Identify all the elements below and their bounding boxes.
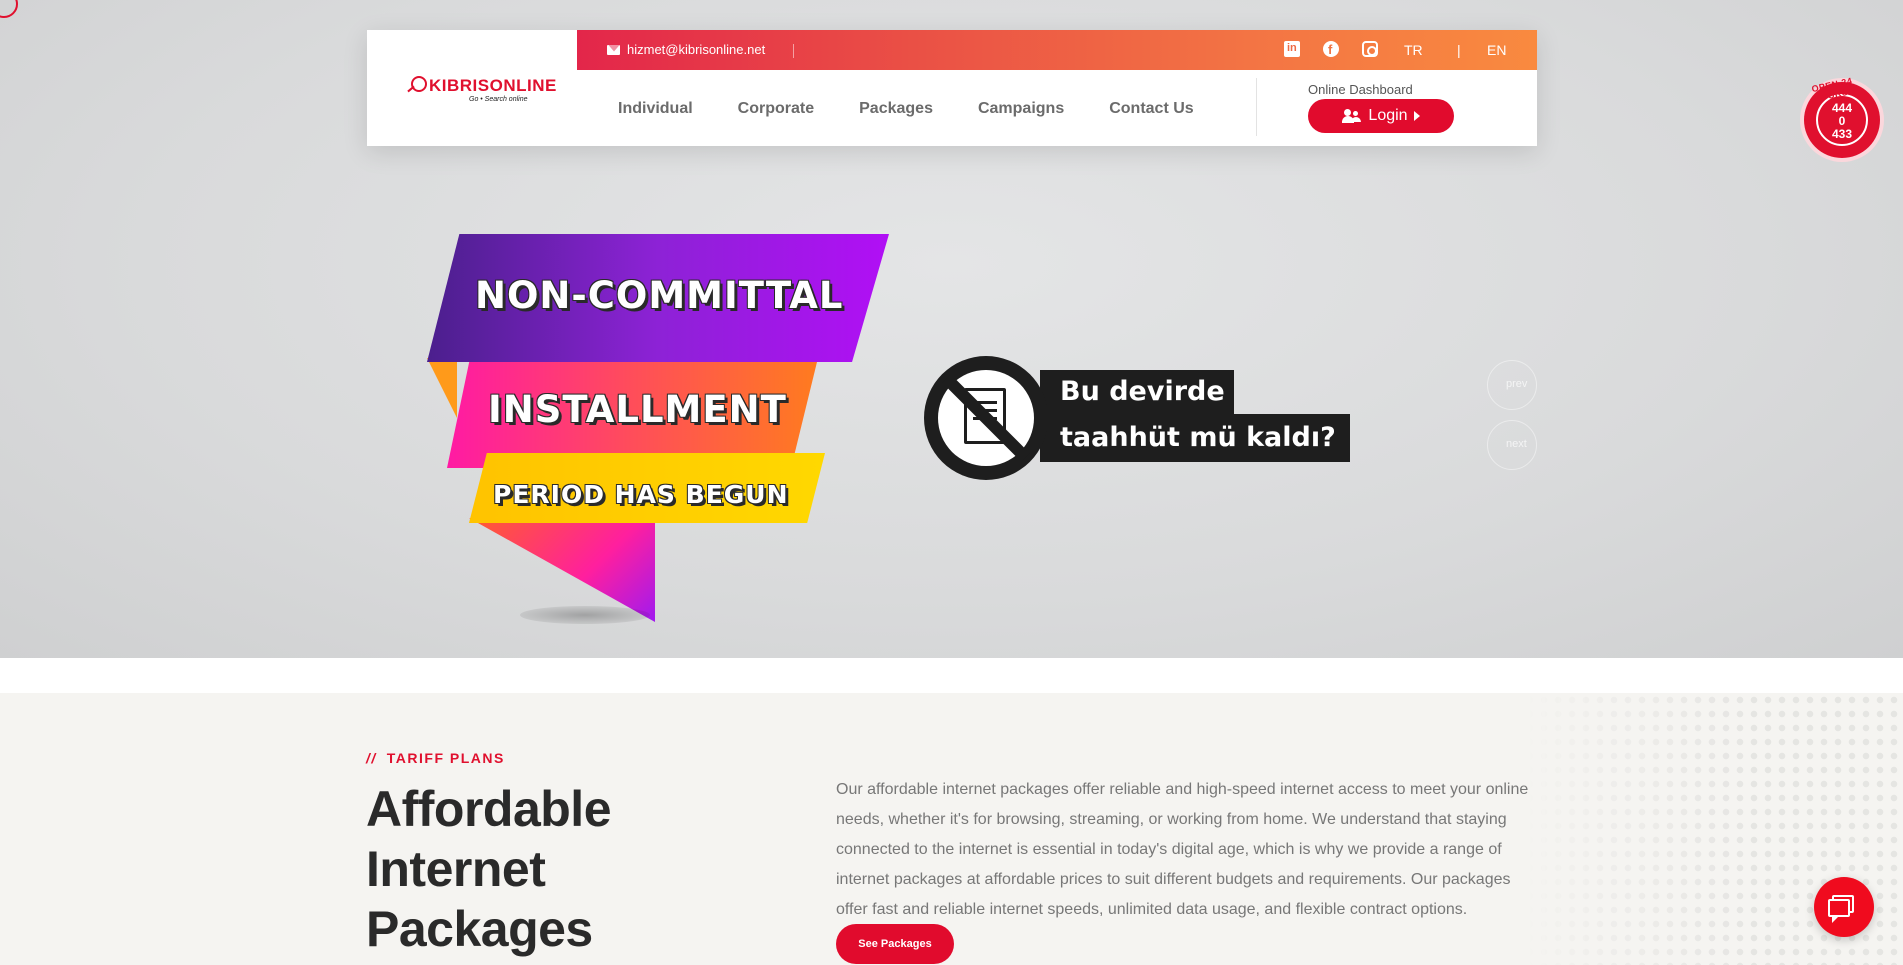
logo-tagline: Go • Search online xyxy=(469,96,528,103)
tariff-title: Affordable Internet Packages xyxy=(366,781,612,957)
nav-campaigns[interactable]: Campaigns xyxy=(978,100,1064,118)
logo-brand-text: KIBRISONLINE xyxy=(429,76,557,95)
tariff-description: Our affordable internet packages offer r… xyxy=(836,781,1529,918)
lang-separator: | xyxy=(1457,42,1461,58)
linkedin-icon[interactable]: in xyxy=(1284,41,1300,57)
corner-circle-decoration xyxy=(0,0,18,18)
see-packages-button[interactable]: See Packages xyxy=(836,924,954,964)
instagram-icon[interactable] xyxy=(1362,41,1378,57)
header-divider xyxy=(1256,78,1257,136)
banner-tr-line-1: Bu devirde xyxy=(1040,370,1234,414)
users-icon xyxy=(1342,109,1362,123)
header-topbar: hizmet@kibrisonline.net in f TR | EN xyxy=(577,30,1537,70)
section-spacer xyxy=(0,658,1903,693)
eyebrow-text: TARIFF PLANS xyxy=(386,750,505,766)
nav-contact-us[interactable]: Contact Us xyxy=(1109,100,1193,118)
slider-next-label: next xyxy=(1506,438,1527,450)
lang-tr-link[interactable]: TR xyxy=(1404,42,1423,58)
nav-corporate[interactable]: Corporate xyxy=(738,100,814,118)
eyebrow-slashes: // xyxy=(366,750,377,766)
lang-en-link[interactable]: EN xyxy=(1487,42,1506,58)
slider-prev-label: prev xyxy=(1506,378,1528,390)
chat-button[interactable] xyxy=(1814,877,1874,937)
login-button[interactable]: Login xyxy=(1308,99,1454,133)
badge-number-line-3: 433 xyxy=(1831,127,1853,141)
banner-line-1: NON-COMMITTAL xyxy=(475,274,844,317)
open-24-hours-badge[interactable]: OPEN 24 HOURS 444 0 433 xyxy=(1804,72,1880,158)
no-contract-icon xyxy=(924,356,1048,480)
banner-line-2: INSTALLMENT xyxy=(488,388,787,431)
logo-ring-icon xyxy=(411,76,427,92)
site-logo[interactable]: KIBRISONLINE Go • Search online xyxy=(407,74,556,106)
envelope-icon xyxy=(607,44,620,55)
nav-packages[interactable]: Packages xyxy=(859,100,933,118)
main-nav: Individual Corporate Packages Campaigns … xyxy=(618,100,1239,118)
contact-email-link[interactable]: hizmet@kibrisonline.net xyxy=(607,42,765,57)
hero-banner: NON-COMMITTAL INSTALLMENT PERIOD HAS BEG… xyxy=(0,0,1903,658)
slider-prev-button[interactable]: prev xyxy=(1487,360,1537,410)
tariff-section: // TARIFF PLANS Affordable Internet Packa… xyxy=(0,693,1903,965)
chat-bubble-front-icon xyxy=(1828,899,1850,923)
site-header: KIBRISONLINE Go • Search online hizmet@k… xyxy=(367,30,1537,146)
banner-line-3: PERIOD HAS BEGUN xyxy=(493,480,789,509)
online-dashboard-label: Online Dashboard xyxy=(1308,82,1413,97)
slider-next-button[interactable]: next xyxy=(1487,420,1537,470)
caret-right-icon xyxy=(1413,111,1420,121)
banner-shard-orange xyxy=(427,358,457,418)
login-label: Login xyxy=(1368,107,1408,124)
contact-email-text: hizmet@kibrisonline.net xyxy=(627,42,766,57)
tariff-eyebrow: // TARIFF PLANS xyxy=(366,750,505,766)
banner-tr-line-2: taahhüt mü kaldı? xyxy=(1040,414,1350,462)
nav-individual[interactable]: Individual xyxy=(618,100,693,118)
banner-shadow xyxy=(520,606,650,624)
facebook-icon[interactable]: f xyxy=(1323,41,1339,57)
topbar-separator xyxy=(793,44,794,58)
